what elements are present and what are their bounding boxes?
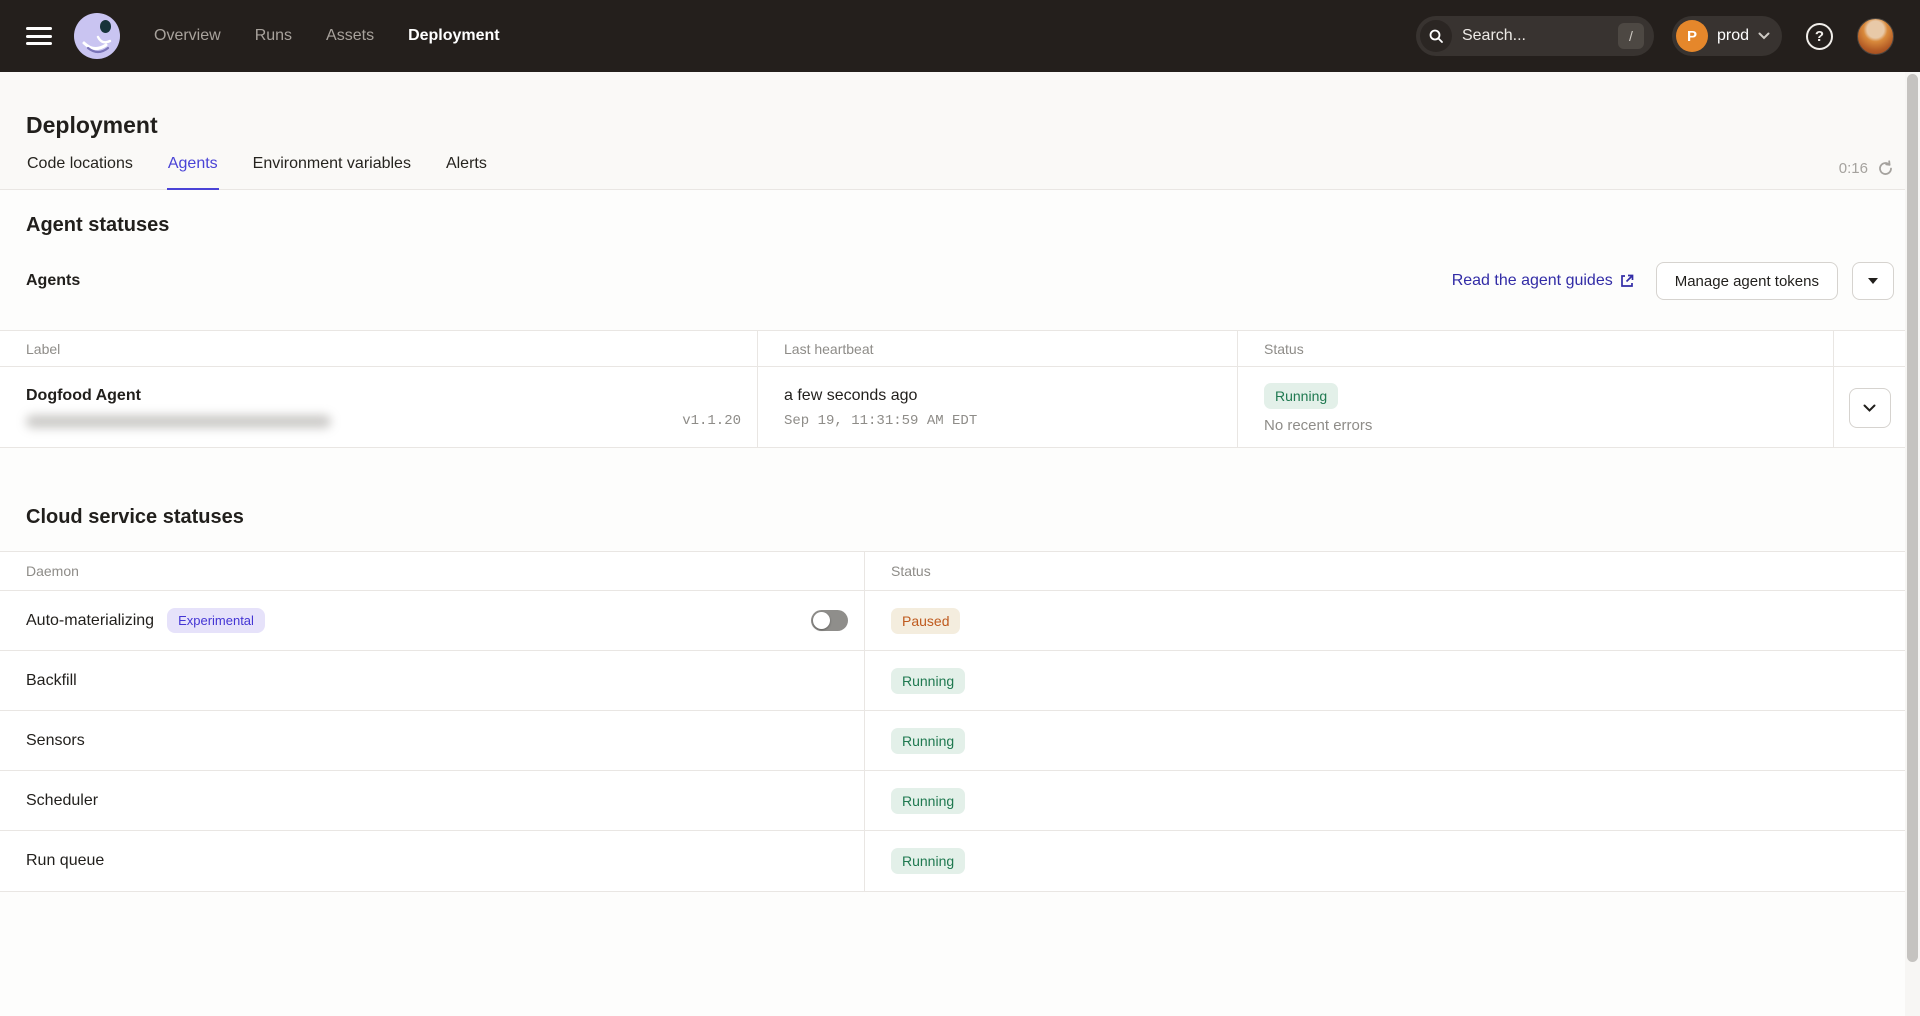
daemon-row-backfill: Backfill Running <box>0 651 1905 711</box>
daemon-row-auto-materializing: Auto-materializing Experimental Paused <box>0 591 1905 651</box>
chevron-down-icon <box>1758 32 1770 40</box>
search-input[interactable]: Search... / <box>1416 16 1654 56</box>
daemon-status-badge: Paused <box>891 608 960 634</box>
scrollbar-track[interactable] <box>1905 72 1920 1016</box>
agent-status-badge: Running <box>1264 383 1338 409</box>
daemon-name: Backfill <box>26 672 77 690</box>
org-avatar: P <box>1676 20 1708 52</box>
tab-alerts[interactable]: Alerts <box>445 142 488 190</box>
col-header-actions <box>1833 331 1905 366</box>
org-name: prod <box>1717 27 1749 45</box>
main-content: Agent statuses Agents Read the agent gui… <box>0 214 1920 892</box>
search-shortcut-key: / <box>1618 23 1644 49</box>
agent-guides-link-label: Read the agent guides <box>1452 272 1613 290</box>
daemon-row-run-queue: Run queue Running <box>0 831 1905 891</box>
tabs-row: Code locations Agents Environment variable… <box>0 142 1920 190</box>
cloud-services-table: Daemon Status Auto-materializing Experime… <box>0 551 1905 892</box>
nav-item-assets[interactable]: Assets <box>326 27 374 45</box>
col-header-daemon-status: Status <box>864 552 1905 590</box>
agent-row-expand-button[interactable] <box>1849 388 1891 428</box>
caret-down-icon <box>1868 278 1878 284</box>
cloud-service-statuses-heading: Cloud service statuses <box>0 506 1920 529</box>
tabs-holder: Code locations Agents Environment variable… <box>26 142 488 189</box>
daemon-name: Auto-materializing <box>26 612 154 630</box>
org-switcher[interactable]: P prod <box>1672 16 1782 56</box>
daemon-status-badge: Running <box>891 788 965 814</box>
agents-more-actions-button[interactable] <box>1852 262 1894 300</box>
daemon-name: Run queue <box>26 852 104 870</box>
tab-environment-variables[interactable]: Environment variables <box>252 142 412 190</box>
daemon-status-badge: Running <box>891 668 965 694</box>
agent-status-note: No recent errors <box>1264 417 1372 434</box>
page-header: Deployment Code locations Agents Environme… <box>0 72 1920 190</box>
user-avatar[interactable] <box>1857 18 1894 55</box>
external-link-icon <box>1620 274 1634 288</box>
primary-nav: Overview Runs Assets Deployment <box>154 27 500 45</box>
agent-version: v1.1.20 <box>682 413 741 429</box>
refresh-countdown: 0:16 <box>1839 160 1868 177</box>
agents-table-header: Label Last heartbeat Status <box>0 331 1905 367</box>
col-header-status: Status <box>1237 331 1833 366</box>
agent-statuses-heading: Agent statuses <box>0 214 1920 237</box>
search-icon <box>1420 20 1452 52</box>
experimental-badge: Experimental <box>167 608 265 633</box>
scrollbar-thumb[interactable] <box>1907 74 1918 962</box>
auto-materializing-toggle[interactable] <box>811 610 848 631</box>
nav-item-runs[interactable]: Runs <box>255 27 292 45</box>
refresh-area: 0:16 <box>1839 160 1894 189</box>
cloud-table-header: Daemon Status <box>0 552 1905 591</box>
col-header-daemon: Daemon <box>0 552 864 590</box>
col-header-label: Label <box>0 331 757 366</box>
daemon-status-badge: Running <box>891 848 965 874</box>
hamburger-menu-icon[interactable] <box>26 27 52 45</box>
manage-agent-tokens-button[interactable]: Manage agent tokens <box>1656 262 1838 300</box>
agent-name[interactable]: Dogfood Agent <box>26 387 141 405</box>
page-title: Deployment <box>0 72 1920 142</box>
cloud-table-body: Auto-materializing Experimental Paused Back… <box>0 591 1905 891</box>
agent-guides-link[interactable]: Read the agent guides <box>1452 272 1634 290</box>
help-icon[interactable]: ? <box>1806 23 1833 50</box>
dagster-logo-icon[interactable] <box>74 13 120 59</box>
nav-item-deployment[interactable]: Deployment <box>408 27 500 45</box>
logo-swirl <box>74 13 120 59</box>
agent-id-redacted <box>26 415 331 428</box>
search-placeholder: Search... <box>1462 27 1608 45</box>
agent-row: Dogfood Agent v1.1.20 a few seconds ago … <box>0 367 1905 447</box>
daemon-row-sensors: Sensors Running <box>0 711 1905 771</box>
top-nav: Overview Runs Assets Deployment Search... /… <box>0 0 1920 72</box>
agents-subheading: Agents <box>26 272 80 290</box>
tab-agents[interactable]: Agents <box>167 142 219 190</box>
tab-code-locations[interactable]: Code locations <box>26 142 134 190</box>
daemon-status-badge: Running <box>891 728 965 754</box>
col-header-last-heartbeat: Last heartbeat <box>757 331 1237 366</box>
heartbeat-timestamp: Sep 19, 11:31:59 AM EDT <box>784 413 977 429</box>
agents-toolbar: Agents Read the agent guides Manage agen… <box>0 261 1920 301</box>
nav-item-overview[interactable]: Overview <box>154 27 221 45</box>
daemon-name: Sensors <box>26 732 85 750</box>
daemon-name: Scheduler <box>26 792 98 810</box>
agents-table: Label Last heartbeat Status Dogfood Agen… <box>0 330 1905 448</box>
heartbeat-relative: a few seconds ago <box>784 387 917 405</box>
refresh-icon[interactable] <box>1877 160 1894 177</box>
chevron-down-icon <box>1863 404 1876 412</box>
daemon-row-scheduler: Scheduler Running <box>0 771 1905 831</box>
